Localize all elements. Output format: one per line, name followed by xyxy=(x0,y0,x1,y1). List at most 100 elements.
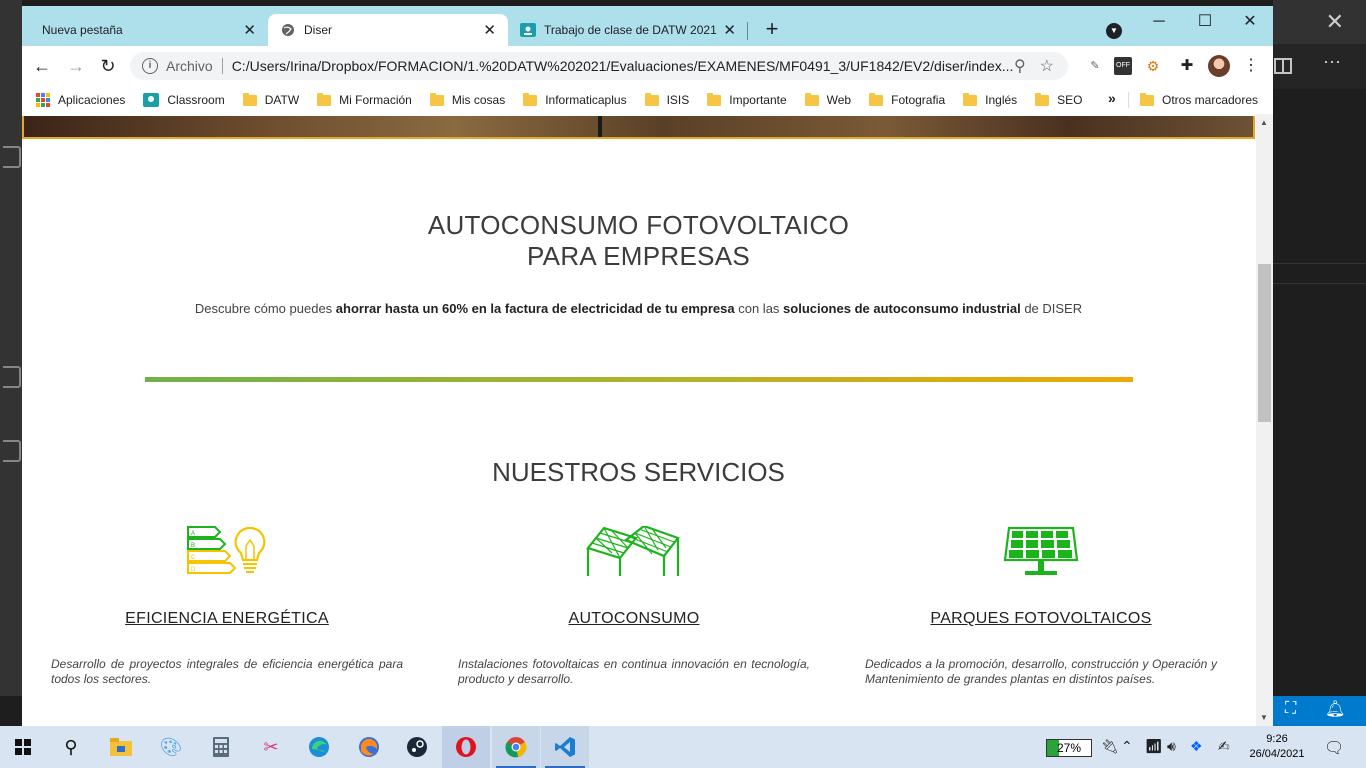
folder-icon xyxy=(429,92,444,106)
snip-sketch-icon[interactable]: ✂ xyxy=(258,734,284,760)
folder-icon xyxy=(804,92,819,106)
bookmark-folder-datw[interactable]: DATW xyxy=(242,92,299,107)
bookmark-folder-isis[interactable]: ISIS xyxy=(644,92,689,107)
scroll-up-arrow-icon[interactable]: ▲ xyxy=(1260,118,1268,127)
bookmark-folder-informaticaplus[interactable]: Informaticaplus xyxy=(523,92,627,107)
bookmark-star-icon[interactable]: ☆ xyxy=(1040,56,1054,76)
forward-arrow-icon[interactable]: → xyxy=(64,54,88,78)
file-explorer-icon[interactable] xyxy=(108,734,134,760)
windows-start-icon[interactable] xyxy=(10,734,36,760)
pen-workspace-icon[interactable]: ✍︎ xyxy=(1218,738,1230,755)
new-tab-button[interactable]: + xyxy=(760,17,784,41)
bookmark-label: Informaticaplus xyxy=(545,93,627,107)
extensions-icon[interactable] xyxy=(3,440,21,462)
maximize-button[interactable]: ☐ xyxy=(1182,10,1228,34)
reload-icon[interactable]: ↻ xyxy=(96,54,120,78)
paint-icon[interactable]: 🎨︎ xyxy=(158,734,184,760)
bookmarks-overflow-button[interactable]: » xyxy=(1108,90,1116,106)
tab-title: Diser xyxy=(304,23,333,37)
service-title[interactable]: PARQUES FOTOVOLTAICOS xyxy=(865,610,1217,628)
close-window-button[interactable]: ✕ xyxy=(1227,10,1273,34)
firefox-icon[interactable] xyxy=(356,734,382,760)
vscode-icon[interactable] xyxy=(552,734,578,760)
tab-diser[interactable]: Diser ✕ xyxy=(268,14,508,46)
wifi-icon[interactable]: 📶︎ xyxy=(1145,738,1163,755)
search-icon[interactable]: ⚲ xyxy=(58,734,84,760)
tab-new-tab[interactable]: Nueva pestaña ✕ xyxy=(30,14,268,46)
bookmark-folder-mi-formacion[interactable]: Mi Formación xyxy=(317,92,412,107)
service-title[interactable]: AUTOCONSUMO xyxy=(458,610,810,628)
ext-orange-icon[interactable]: ⚙ xyxy=(1144,57,1162,75)
bookmarks-bar: Aplicaciones Classroom DATW Mi Formación… xyxy=(22,86,1273,114)
svg-text:D: D xyxy=(191,567,196,573)
bookmark-folder-web[interactable]: Web xyxy=(804,92,852,107)
battery-indicator[interactable]: 27% xyxy=(1046,739,1092,757)
minimize-button[interactable]: ─ xyxy=(1136,10,1182,34)
notifications-icon[interactable]: 🗨︎ xyxy=(1324,738,1344,758)
scroll-down-arrow-icon[interactable]: ▼ xyxy=(1260,713,1268,722)
calculator-icon[interactable] xyxy=(208,734,234,760)
address-url[interactable]: C:/Users/Irina/Dropbox/FORMACION/1.%20DA… xyxy=(232,58,1014,74)
edge-icon[interactable] xyxy=(306,734,332,760)
bookmark-classroom[interactable]: Classroom xyxy=(143,93,225,107)
ext-off-icon[interactable]: OFF xyxy=(1114,57,1132,75)
explorer-icon[interactable] xyxy=(3,146,21,168)
tab-separator xyxy=(747,22,748,40)
bookmark-folder-fotografia[interactable]: Fotografia xyxy=(869,92,945,107)
zoom-icon[interactable]: ⚲ xyxy=(1014,56,1026,76)
split-editor-icon[interactable] xyxy=(1274,58,1292,74)
vscode-editor-actions: ⋯ xyxy=(1273,44,1366,89)
intro-part: Descubre cómo puedes xyxy=(194,301,336,316)
ext-eyedropper-icon[interactable]: ✎ xyxy=(1086,57,1104,75)
bookmark-folder-importante[interactable]: Importante xyxy=(707,92,787,107)
service-title[interactable]: EFICIENCIA ENERGÉTICA xyxy=(51,610,403,628)
intro-part: de DISER xyxy=(1020,301,1083,316)
intro-highlight: soluciones de autoconsumo industrial xyxy=(783,301,1021,316)
back-arrow-icon[interactable]: ← xyxy=(30,54,54,78)
folder-icon xyxy=(644,92,659,106)
page-scrollbar[interactable]: ▲ ▼ xyxy=(1256,114,1273,726)
bell-icon[interactable]: 🔔︎ xyxy=(1325,699,1345,719)
bookmark-folder-seo[interactable]: SEO xyxy=(1035,92,1083,107)
vscode-titlebar: ✕ xyxy=(1273,0,1366,44)
service-description: Dedicados a la promoción, desarrollo, co… xyxy=(865,657,1217,686)
tab-close-icon[interactable]: ✕ xyxy=(243,21,256,39)
opera-icon[interactable] xyxy=(453,734,479,760)
bookmark-label: Web xyxy=(826,93,852,107)
chrome-icon[interactable] xyxy=(503,734,529,760)
bookmark-folder-ingles[interactable]: Inglés xyxy=(963,92,1017,107)
taskbar-clock[interactable]: 9:26 26/04/2021 xyxy=(1244,732,1310,762)
bookmarks-divider xyxy=(1128,92,1129,108)
scrollbar-thumb[interactable] xyxy=(1258,264,1271,422)
remote-icon[interactable]: ⛶ xyxy=(1285,700,1296,718)
profile-avatar[interactable] xyxy=(1208,55,1230,77)
source-control-icon[interactable] xyxy=(3,366,21,388)
tab-classroom[interactable]: Trabajo de clase de DATW 2021 ( ✕ xyxy=(508,14,748,46)
intro-highlight: ahorrar hasta un 60% en la factura de el… xyxy=(335,301,735,316)
clock-time: 9:26 xyxy=(1266,733,1288,745)
bookmark-folder-other[interactable]: Otros marcadores xyxy=(1140,86,1258,114)
tab-close-icon[interactable]: ✕ xyxy=(483,21,496,39)
page-viewport: AUTOCONSUMO FOTOVOLTAICO PARA EMPRESAS D… xyxy=(22,114,1273,726)
address-bar[interactable]: i Archivo C:/Users/Irina/Dropbox/FORMACI… xyxy=(130,52,1068,80)
intro-text: Descubre cómo puedes ahorrar hasta un 60… xyxy=(22,301,1255,316)
tab-search-icon[interactable]: ▼ xyxy=(1106,23,1122,39)
dropbox-icon[interactable]: ❖ xyxy=(1190,738,1203,755)
power-plug-icon[interactable]: 🔌︎ xyxy=(1101,738,1119,755)
more-actions-icon[interactable]: ⋯ xyxy=(1323,52,1342,73)
chrome-window: Nueva pestaña ✕ Diser ✕ Trabajo de clase… xyxy=(22,6,1273,726)
folder-icon xyxy=(707,92,722,106)
menu-dots-icon[interactable]: ⋮ xyxy=(1242,57,1260,75)
bookmark-apps[interactable]: Aplicaciones xyxy=(36,93,125,107)
bookmark-folder-mis-cosas[interactable]: Mis cosas xyxy=(429,92,505,107)
steam-icon[interactable] xyxy=(404,734,430,760)
folder-icon xyxy=(1140,92,1154,106)
vscode-close-icon[interactable]: ✕ xyxy=(1326,9,1344,35)
chevron-up-icon[interactable]: ⌃ xyxy=(1121,738,1133,755)
info-icon[interactable]: i xyxy=(142,58,158,74)
tab-close-icon[interactable]: ✕ xyxy=(723,21,736,39)
bookmark-label: Mi Formación xyxy=(339,93,412,107)
volume-icon[interactable]: 🔊︎ xyxy=(1167,738,1176,755)
classroom-icon xyxy=(143,93,160,107)
extensions-puzzle-icon[interactable]: ✚ xyxy=(1178,57,1196,75)
